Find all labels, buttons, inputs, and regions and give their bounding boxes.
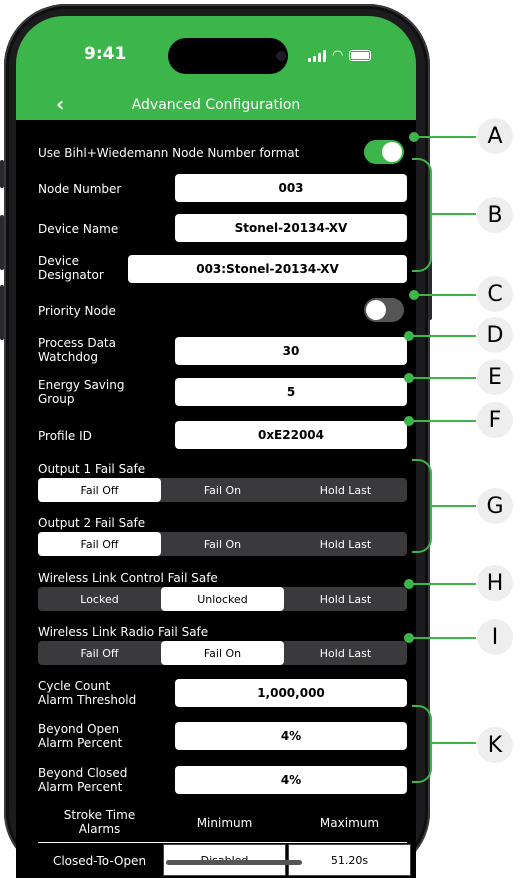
energy-group-label: Energy Saving Group [38, 378, 125, 406]
battery-icon [349, 50, 372, 61]
cycle-count-label: Cycle Count Alarm Threshold [38, 679, 137, 707]
stroke-min-header: Minimum [196, 816, 253, 830]
callout-f-line [409, 420, 476, 422]
wl-radio-option-hold-last[interactable]: Hold Last [284, 641, 407, 665]
page-title: Advanced Configuration [131, 97, 301, 113]
callout-c-badge: C [477, 276, 513, 312]
callout-g-bracket [412, 459, 432, 553]
stroke-max-header: Maximum [319, 816, 380, 830]
watchdog-label: Process Data Watchdog [38, 336, 116, 364]
output1-segmented: Fail Off Fail On Hold Last [38, 478, 407, 502]
closed-to-open-max[interactable]: 51.20s [288, 844, 411, 876]
callout-g-badge: G [477, 488, 513, 524]
callout-e-line [409, 377, 476, 379]
wl-control-option-locked[interactable]: Locked [38, 587, 161, 611]
callout-d-line [409, 335, 476, 337]
callout-i-line [409, 637, 476, 639]
output1-label: Output 1 Fail Safe [38, 462, 146, 476]
beyond-closed-label: Beyond Closed Alarm Percent [38, 766, 128, 794]
callout-k-badge: K [477, 727, 513, 763]
wl-control-label: Wireless Link Control Fail Safe [38, 571, 218, 585]
callout-a-badge: A [477, 118, 513, 154]
output2-segmented: Fail Off Fail On Hold Last [38, 532, 407, 556]
profile-id-field[interactable]: 0xE22004 [175, 421, 407, 449]
beyond-open-field[interactable]: 4% [175, 722, 407, 750]
side-button-volume-down [0, 285, 4, 340]
callout-f-badge: F [477, 402, 513, 438]
beyond-closed-field[interactable]: 4% [175, 766, 407, 794]
wl-control-option-hold-last[interactable]: Hold Last [284, 587, 407, 611]
callout-c-line [414, 294, 476, 296]
app-screen: 9:41 ◠ ‹ Advanced Configuration Use Bihl… [16, 16, 416, 878]
closed-to-open-label: Closed-To-Open [52, 854, 147, 868]
callout-e-badge: E [477, 359, 513, 395]
output2-label: Output 2 Fail Safe [38, 516, 146, 530]
cycle-count-field[interactable]: 1,000,000 [175, 679, 407, 707]
priority-node-label: Priority Node [38, 304, 116, 318]
wifi-icon: ◠ [332, 48, 344, 63]
dynamic-island [168, 38, 288, 74]
wl-radio-option-fail-on[interactable]: Fail On [161, 641, 284, 665]
callout-k-bracket [412, 705, 432, 783]
callout-h-line [409, 583, 476, 585]
watchdog-field[interactable]: 30 [175, 337, 407, 365]
profile-id-label: Profile ID [38, 429, 92, 443]
callout-g-line [430, 505, 476, 507]
priority-node-toggle[interactable] [364, 298, 404, 322]
wl-control-segmented: Locked Unlocked Hold Last [38, 587, 407, 611]
callout-a-line [414, 136, 476, 138]
callout-i-badge: I [477, 619, 513, 655]
stroke-time-header: Stroke Time Alarms [63, 808, 136, 836]
output1-option-fail-off[interactable]: Fail Off [38, 478, 161, 502]
output1-option-hold-last[interactable]: Hold Last [284, 478, 407, 502]
home-indicator [166, 860, 302, 865]
node-number-label: Node Number [38, 182, 122, 196]
side-button-volume-up [0, 215, 4, 270]
callout-h-badge: H [477, 565, 513, 601]
callout-b-line [430, 213, 476, 215]
device-designator-field[interactable]: 003:Stonel-20134-XV [128, 255, 407, 283]
toggle-knob [366, 300, 386, 320]
device-name-field[interactable]: Stonel-20134-XV [175, 214, 407, 242]
energy-group-field[interactable]: 5 [175, 378, 407, 406]
node-format-toggle[interactable] [364, 140, 404, 164]
signal-icon [308, 49, 326, 62]
callout-d-badge: D [477, 317, 513, 353]
device-name-label: Device Name [38, 222, 119, 236]
output2-option-fail-on[interactable]: Fail On [161, 532, 284, 556]
wl-radio-option-fail-off[interactable]: Fail Off [38, 641, 161, 665]
beyond-open-label: Beyond Open Alarm Percent [38, 722, 123, 750]
node-format-label: Use Bihl+Wiedemann Node Number format [38, 146, 300, 160]
status-time: 9:41 [84, 44, 127, 64]
callout-b-badge: B [477, 197, 513, 233]
callout-b-bracket [412, 158, 432, 272]
callout-k-line [430, 742, 476, 744]
toggle-knob [382, 142, 402, 162]
camera-dot [276, 51, 286, 61]
output2-option-fail-off[interactable]: Fail Off [38, 532, 161, 556]
output1-option-fail-on[interactable]: Fail On [161, 478, 284, 502]
output2-option-hold-last[interactable]: Hold Last [284, 532, 407, 556]
wl-control-option-unlocked[interactable]: Unlocked [161, 587, 284, 611]
wl-radio-label: Wireless Link Radio Fail Safe [38, 625, 209, 639]
device-designator-label: Device Designator [38, 254, 104, 282]
side-button-mute [0, 160, 4, 188]
node-number-field[interactable]: 003 [175, 174, 407, 202]
stroke-table-divider [38, 842, 407, 843]
status-icons: ◠ [308, 48, 372, 63]
wl-radio-segmented: Fail Off Fail On Hold Last [38, 641, 407, 665]
